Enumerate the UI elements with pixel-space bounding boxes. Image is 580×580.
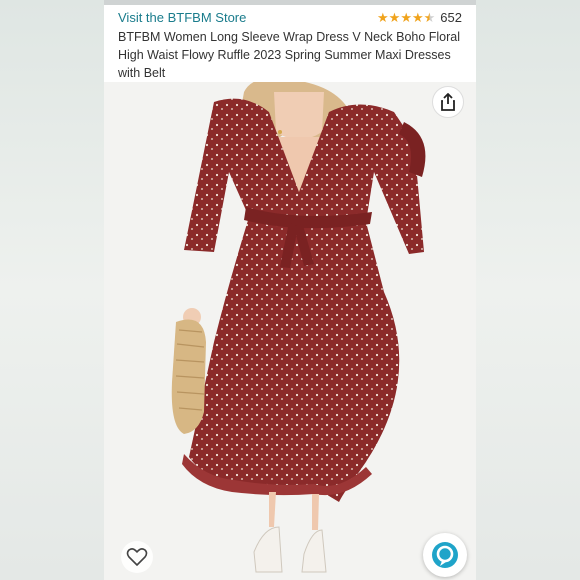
product-card: Visit the BTFBM Store ★ ★ ★ ★ ★ 652 BTFB… (104, 0, 476, 580)
alexa-icon (432, 542, 458, 568)
star-icon: ★ (411, 9, 424, 25)
rating-count: 652 (440, 10, 462, 25)
star-rating: ★ ★ ★ ★ ★ (377, 9, 436, 25)
wishlist-button[interactable] (121, 541, 153, 573)
dress-photo (171, 77, 426, 573)
star-icon: ★ (377, 9, 389, 25)
background-left (0, 0, 104, 580)
top-divider (104, 0, 476, 5)
background-right (476, 0, 580, 580)
product-title: BTFBM Women Long Sleeve Wrap Dress V Nec… (118, 30, 461, 80)
rating[interactable]: ★ ★ ★ ★ ★ 652 (377, 10, 462, 25)
star-icon: ★ (388, 9, 401, 25)
store-link[interactable]: Visit the BTFBM Store (118, 10, 246, 25)
star-half-icon: ★ (423, 9, 436, 25)
share-button[interactable] (432, 86, 464, 118)
alexa-button[interactable] (423, 533, 467, 577)
share-icon (441, 93, 455, 111)
product-image[interactable] (104, 77, 476, 580)
star-icon: ★ (400, 9, 412, 25)
heart-icon (126, 548, 148, 566)
